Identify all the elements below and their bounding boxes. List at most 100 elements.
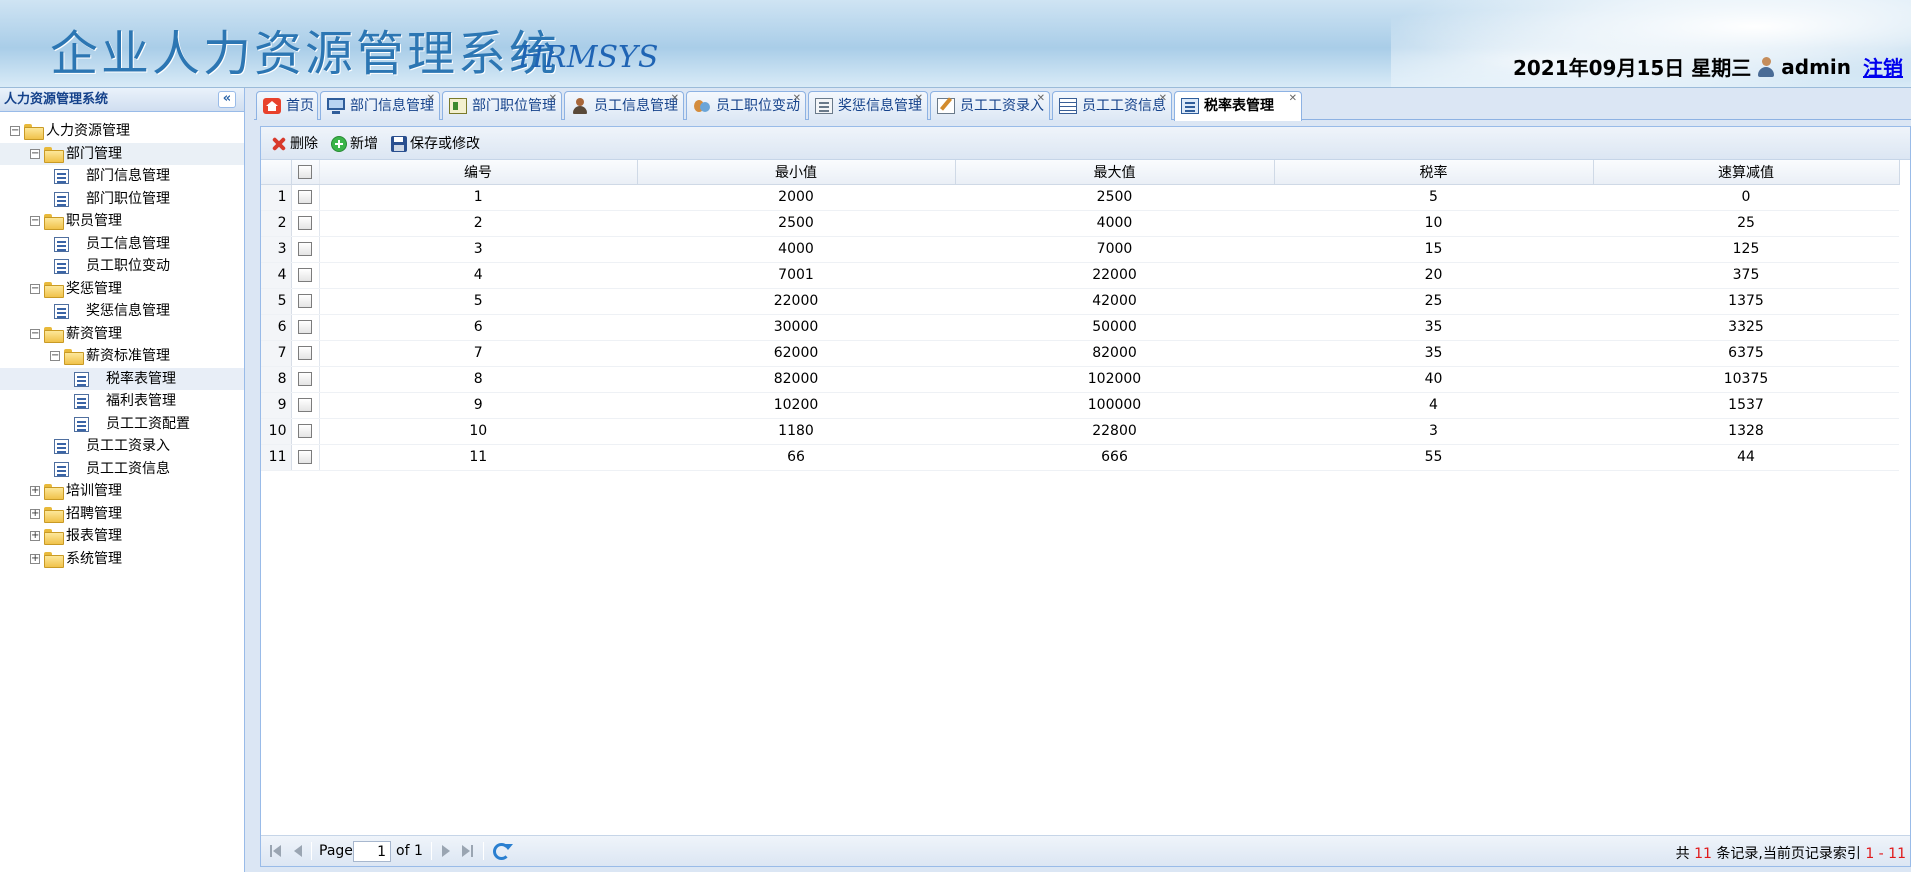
table-cell[interactable]: 82000	[637, 366, 955, 393]
row-checkbox[interactable]	[298, 320, 312, 334]
table-row[interactable]: 8 8 82000 102000 40 10375	[261, 366, 1899, 393]
table-cell[interactable]: 3	[1274, 418, 1593, 445]
table-cell[interactable]: 66	[637, 444, 955, 471]
tab-0[interactable]: 首页	[256, 91, 318, 120]
column-header[interactable]: 编号	[319, 160, 638, 185]
next-page-icon[interactable]	[439, 844, 453, 858]
tree-node[interactable]: − 薪资管理	[0, 323, 244, 346]
table-cell[interactable]: 4	[1274, 392, 1593, 419]
prev-page-icon[interactable]	[291, 844, 305, 858]
table-row[interactable]: 9 9 10200 100000 4 1537	[261, 392, 1899, 419]
table-cell[interactable]: 35	[1274, 314, 1593, 341]
tree-node[interactable]: − 部门管理	[0, 142, 244, 165]
table-cell[interactable]: 22800	[955, 418, 1274, 445]
tree-node[interactable]: + 培训管理	[0, 480, 244, 503]
table-cell[interactable]: 10200	[637, 392, 955, 419]
expand-icon[interactable]: +	[30, 553, 40, 564]
tree-node[interactable]: 员工职位变动	[0, 255, 244, 278]
row-checkbox[interactable]	[298, 372, 312, 386]
table-cell[interactable]: 10	[319, 418, 637, 445]
table-row[interactable]: 11 11 66 666 55 44	[261, 444, 1899, 471]
table-row[interactable]: 6 6 30000 50000 35 3325	[261, 314, 1899, 341]
table-cell[interactable]: 4000	[637, 236, 955, 263]
table-cell[interactable]: 9	[319, 392, 637, 419]
column-header[interactable]: 最小值	[637, 160, 956, 185]
tree-node[interactable]: − 职员管理	[0, 210, 244, 233]
expand-icon[interactable]: +	[30, 508, 40, 519]
expand-icon[interactable]: +	[30, 486, 40, 496]
table-cell[interactable]: 4000	[955, 210, 1274, 237]
row-checkbox[interactable]	[298, 190, 312, 204]
last-page-icon[interactable]	[461, 844, 475, 858]
tree-node[interactable]: + 系统管理	[0, 548, 244, 571]
table-cell[interactable]: 35	[1274, 340, 1593, 367]
table-cell[interactable]: 5	[319, 288, 637, 315]
tab-8[interactable]: 税率表管理 ✕	[1174, 91, 1302, 121]
row-checkbox[interactable]	[298, 450, 312, 464]
table-cell[interactable]: 30000	[637, 314, 955, 341]
tab-close-icon[interactable]: ✕	[793, 93, 801, 105]
row-checkbox[interactable]	[298, 424, 312, 438]
tab-5[interactable]: 奖惩信息管理 ✕	[808, 91, 928, 120]
collapse-icon[interactable]: −	[30, 148, 40, 159]
table-row[interactable]: 1 1 2000 2500 5 0	[261, 184, 1899, 211]
table-row[interactable]: 10 10 1180 22800 3 1328	[261, 418, 1899, 445]
tree-node[interactable]: 员工工资录入	[0, 435, 244, 458]
tab-1[interactable]: 部门信息管理 ✕	[320, 91, 440, 120]
table-cell[interactable]: 10375	[1593, 366, 1899, 393]
table-cell[interactable]: 1537	[1593, 392, 1899, 419]
tab-close-icon[interactable]: ✕	[915, 93, 923, 105]
tab-close-icon[interactable]: ✕	[1159, 93, 1167, 105]
table-cell[interactable]: 15	[1274, 236, 1593, 263]
table-cell[interactable]: 50000	[955, 314, 1274, 341]
table-row[interactable]: 7 7 62000 82000 35 6375	[261, 340, 1899, 367]
table-cell[interactable]: 1180	[637, 418, 955, 445]
table-cell[interactable]: 10	[1274, 210, 1593, 237]
tab-close-icon[interactable]: ✕	[427, 93, 435, 105]
collapse-icon[interactable]: −	[30, 328, 40, 339]
table-cell[interactable]: 7000	[955, 236, 1274, 263]
expand-icon[interactable]: +	[30, 531, 40, 541]
logout-link[interactable]: 注销	[1863, 52, 1903, 81]
tab-3[interactable]: 员工信息管理 ✕	[564, 91, 684, 120]
table-cell[interactable]: 22000	[955, 262, 1274, 289]
table-cell[interactable]: 1375	[1593, 288, 1899, 315]
table-cell[interactable]: 55	[1274, 444, 1593, 471]
table-cell[interactable]: 82000	[955, 340, 1274, 367]
table-cell[interactable]: 6	[319, 314, 637, 341]
row-checkbox[interactable]	[298, 242, 312, 256]
first-page-icon[interactable]	[269, 844, 283, 858]
table-row[interactable]: 2 2 2500 4000 10 25	[261, 210, 1899, 237]
table-cell[interactable]: 0	[1593, 184, 1899, 211]
tree-node[interactable]: + 报表管理	[0, 525, 244, 548]
tree-node[interactable]: + 招聘管理	[0, 503, 244, 526]
column-header[interactable]: 税率	[1274, 160, 1594, 185]
tab-2[interactable]: 部门职位管理 ✕	[442, 91, 562, 120]
select-all-checkbox[interactable]	[298, 164, 312, 179]
table-cell[interactable]: 2000	[637, 184, 955, 211]
table-cell[interactable]: 22000	[637, 288, 955, 315]
table-cell[interactable]: 1328	[1593, 418, 1899, 445]
tab-close-icon[interactable]: ✕	[1037, 93, 1045, 105]
table-cell[interactable]: 102000	[955, 366, 1274, 393]
tree-node[interactable]: − 薪资标准管理	[0, 345, 244, 368]
row-checkbox[interactable]	[298, 216, 312, 230]
table-cell[interactable]: 40	[1274, 366, 1593, 393]
tree-node[interactable]: − 奖惩管理	[0, 278, 244, 301]
table-cell[interactable]: 125	[1593, 236, 1899, 263]
tree-node[interactable]: 奖惩信息管理	[0, 300, 244, 323]
tab-4[interactable]: 员工职位变动 ✕	[686, 91, 806, 120]
table-cell[interactable]: 7	[319, 340, 637, 367]
page-number-input[interactable]	[353, 841, 391, 862]
table-cell[interactable]: 100000	[955, 392, 1274, 419]
tab-close-icon[interactable]: ✕	[549, 93, 557, 105]
tab-close-icon[interactable]: ✕	[671, 93, 679, 105]
table-cell[interactable]: 2	[319, 210, 637, 237]
tab-close-icon[interactable]: ✕	[1289, 93, 1297, 105]
column-header[interactable]: 最大值	[955, 160, 1275, 185]
table-row[interactable]: 5 5 22000 42000 25 1375	[261, 288, 1899, 315]
refresh-icon[interactable]	[493, 843, 513, 860]
column-header[interactable]: 速算减值	[1593, 160, 1900, 185]
table-cell[interactable]: 1	[319, 184, 637, 211]
table-cell[interactable]: 4	[319, 262, 637, 289]
